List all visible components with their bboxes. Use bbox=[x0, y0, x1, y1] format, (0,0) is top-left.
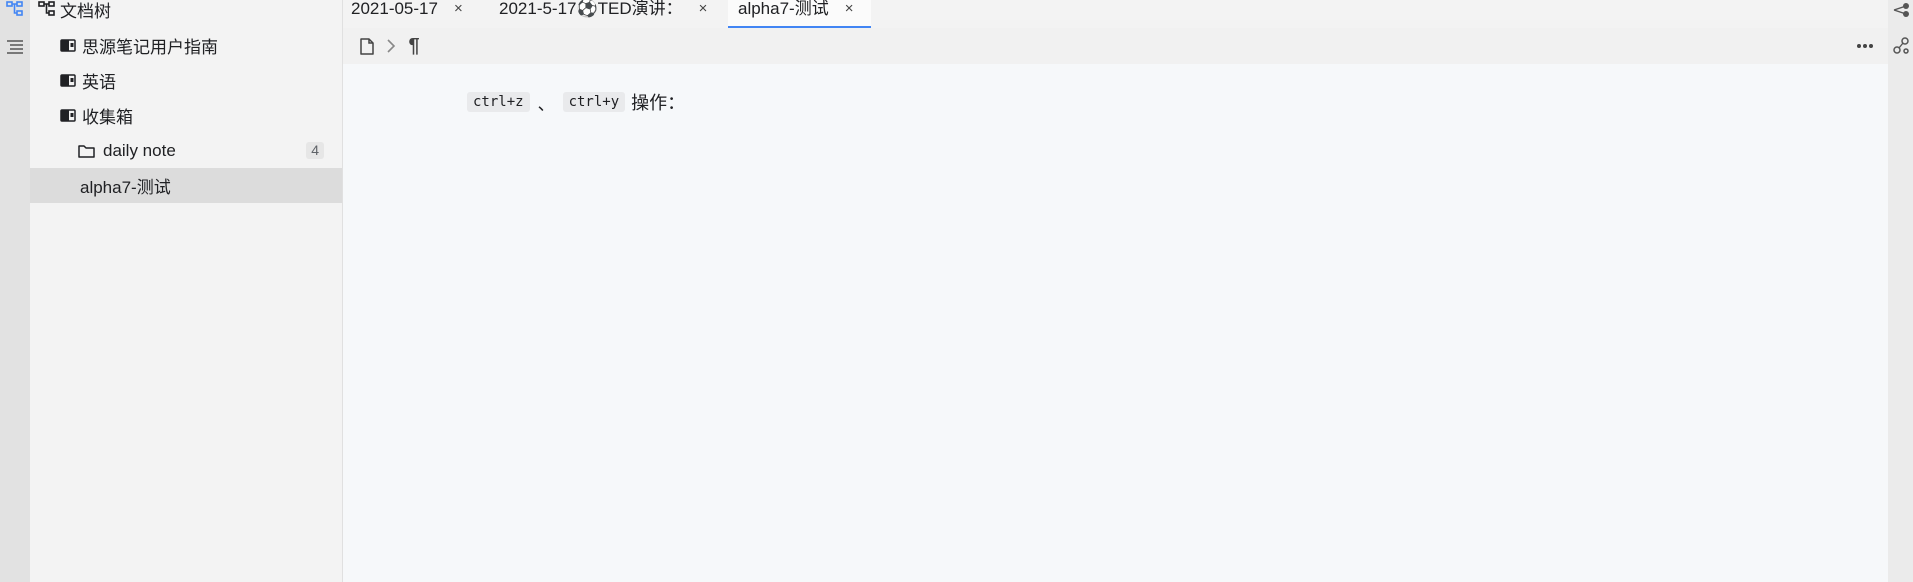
left-dock bbox=[0, 0, 30, 582]
paragraph-block[interactable]: ctrl+z 、 ctrl+y 操作： bbox=[467, 89, 685, 115]
file-tree-panel: 文档树 思源笔记用户指南 英语 收集箱 daily note 4 alpha7-… bbox=[30, 0, 343, 582]
close-tab-icon[interactable]: × bbox=[845, 0, 854, 17]
close-tab-icon[interactable]: × bbox=[454, 0, 463, 17]
document-item-active[interactable]: alpha7-测试 bbox=[30, 168, 342, 203]
editor-content[interactable]: ctrl+z 、 ctrl+y 操作： bbox=[343, 64, 1888, 582]
outline-dock-icon[interactable] bbox=[6, 38, 24, 56]
chevron-right-icon bbox=[381, 36, 401, 56]
paragraph-icon[interactable]: ¶ bbox=[404, 35, 424, 57]
global-graph-icon[interactable] bbox=[1891, 36, 1911, 56]
notebook-icon bbox=[60, 109, 76, 122]
tab-ted[interactable]: 2021-5-17⚽TED演讲： × bbox=[499, 0, 707, 28]
document-label: alpha7-测试 bbox=[80, 178, 171, 197]
paragraph-text: 操作： bbox=[631, 93, 686, 113]
tab-title: 2021-5-17⚽TED演讲： bbox=[499, 0, 683, 18]
file-icon[interactable] bbox=[357, 36, 377, 56]
folder-icon bbox=[78, 144, 95, 158]
folder-item[interactable]: daily note 4 bbox=[30, 133, 342, 168]
inline-code: ctrl+y bbox=[562, 92, 626, 112]
notebook-icon bbox=[60, 74, 76, 87]
file-tree-title: 文档树 bbox=[60, 1, 111, 21]
separator-text: 、 bbox=[537, 94, 555, 114]
file-tree-icon bbox=[38, 1, 56, 17]
tab-alpha7[interactable]: alpha7-测试 × bbox=[728, 0, 872, 28]
notebook-item[interactable]: 思源笔记用户指南 bbox=[30, 28, 342, 63]
notebook-item[interactable]: 英语 bbox=[30, 63, 342, 98]
folder-label: daily note bbox=[103, 140, 176, 160]
tab-title: alpha7-测试 bbox=[738, 0, 829, 18]
inline-code: ctrl+z bbox=[467, 92, 530, 112]
notebook-label: 收集箱 bbox=[82, 108, 133, 127]
more-icon[interactable] bbox=[1855, 36, 1875, 56]
notebook-icon bbox=[60, 39, 76, 52]
notebook-label: 英语 bbox=[82, 73, 116, 92]
close-tab-icon[interactable]: × bbox=[699, 0, 708, 17]
graph-view-icon[interactable] bbox=[1891, 0, 1911, 20]
doc-count-badge: 4 bbox=[306, 142, 324, 159]
notebook-label: 思源笔记用户指南 bbox=[82, 38, 218, 57]
file-tree-dock-icon[interactable] bbox=[6, 0, 24, 18]
tab-title: 2021-05-17 bbox=[351, 0, 438, 18]
file-tree: 思源笔记用户指南 英语 收集箱 daily note 4 alpha7-测试 bbox=[30, 28, 342, 203]
tab-2021-05-17[interactable]: 2021-05-17 × bbox=[351, 0, 463, 28]
right-dock bbox=[1888, 0, 1913, 582]
file-tree-header: 文档树 bbox=[38, 0, 111, 21]
tab-bar: 2021-05-17 × 2021-5-17⚽TED演讲： × alpha7-测… bbox=[343, 0, 1888, 28]
editor-toolbar: ¶ bbox=[343, 28, 1888, 64]
notebook-item[interactable]: 收集箱 bbox=[30, 98, 342, 133]
